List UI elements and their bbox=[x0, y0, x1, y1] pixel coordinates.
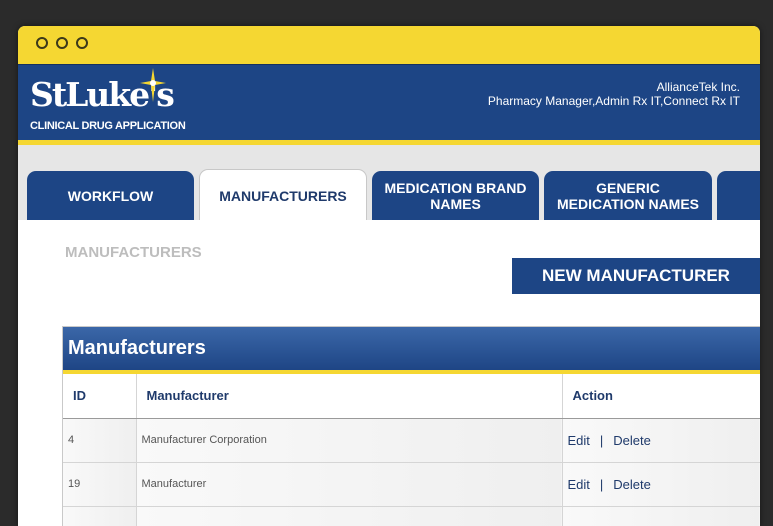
column-header-manufacturer[interactable]: Manufacturer bbox=[136, 374, 562, 418]
table-row: 4 Manufacturer Corporation Edit|Delete bbox=[63, 418, 760, 462]
user-roles: Pharmacy Manager,Admin Rx IT,Connect Rx … bbox=[488, 94, 740, 108]
action-separator bbox=[568, 521, 588, 526]
page-title: MANUFACTURERS bbox=[65, 244, 202, 261]
manufacturers-table: ID Manufacturer Action 4 Manufacturer Co… bbox=[63, 374, 760, 526]
cell-action: Edit|Delete bbox=[562, 462, 760, 506]
table-header-row: ID Manufacturer Action bbox=[63, 374, 760, 418]
edit-link[interactable]: Edit bbox=[568, 433, 590, 448]
cell-manufacturer: Manufacturer Corporation bbox=[136, 418, 562, 462]
cell-id bbox=[63, 506, 136, 526]
edit-link[interactable]: Edit bbox=[568, 477, 590, 492]
column-header-id[interactable]: ID bbox=[63, 374, 136, 418]
main-content: MANUFACTURERS NEW MANUFACTURER Manufactu… bbox=[18, 220, 760, 526]
cell-action: Edit|Delete bbox=[562, 418, 760, 462]
tab-generic-medication-names[interactable]: GENERIC MEDICATION NAMES bbox=[544, 171, 712, 220]
window-chrome bbox=[18, 26, 760, 64]
window-dot-icon[interactable] bbox=[36, 37, 48, 49]
column-header-action: Action bbox=[562, 374, 760, 418]
star-icon bbox=[140, 68, 166, 102]
action-separator: | bbox=[590, 433, 613, 448]
delete-link[interactable]: Delete bbox=[613, 477, 651, 492]
org-name: AllianceTek Inc. bbox=[488, 80, 740, 94]
action-separator: | bbox=[590, 477, 613, 492]
cell-id: 19 bbox=[63, 462, 136, 506]
tab-medication-brand-names[interactable]: MEDICATION BRAND NAMES bbox=[372, 171, 539, 220]
tab-more[interactable] bbox=[717, 171, 760, 220]
user-info: AllianceTek Inc. Pharmacy Manager,Admin … bbox=[488, 80, 740, 108]
app-header: StLuke's CLINICAL DRUG APPLICATION Allia… bbox=[18, 64, 760, 141]
cell-action bbox=[562, 506, 760, 526]
browser-window: StLuke's CLINICAL DRUG APPLICATION Allia… bbox=[18, 26, 760, 526]
tab-manufacturers[interactable]: MANUFACTURERS bbox=[199, 169, 367, 221]
cell-manufacturer: Manufacturer bbox=[136, 462, 562, 506]
panel-title: Manufacturers bbox=[63, 327, 760, 374]
new-manufacturer-button[interactable]: NEW MANUFACTURER bbox=[512, 258, 760, 294]
manufacturers-panel: Manufacturers ID Manufacturer Action bbox=[62, 326, 760, 526]
window-dot-icon[interactable] bbox=[56, 37, 68, 49]
cell-id: 4 bbox=[63, 418, 136, 462]
window-dot-icon[interactable] bbox=[76, 37, 88, 49]
delete-link[interactable]: Delete bbox=[613, 433, 651, 448]
logo-subtitle: CLINICAL DRUG APPLICATION bbox=[30, 120, 185, 132]
cell-manufacturer bbox=[136, 506, 562, 526]
table-row bbox=[63, 506, 760, 526]
table-row: 19 Manufacturer Edit|Delete bbox=[63, 462, 760, 506]
tab-bar: WORKFLOW MANUFACTURERS MEDICATION BRAND … bbox=[18, 145, 760, 220]
tab-workflow[interactable]: WORKFLOW bbox=[27, 171, 194, 220]
